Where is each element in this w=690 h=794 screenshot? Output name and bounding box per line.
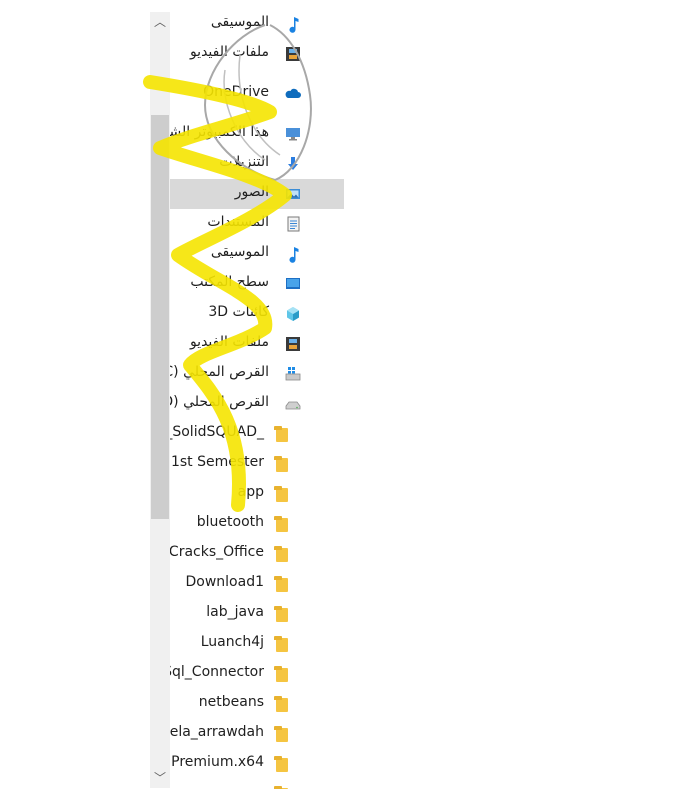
tree-item-folder[interactable]: - 1st Semester	[170, 449, 344, 479]
music-note-icon	[289, 17, 299, 33]
tree-item-label: ملفات الفيديو	[189, 44, 269, 60]
tree-item-label: 0.Premium.x64	[170, 754, 264, 770]
folder-icon	[274, 456, 288, 472]
tree-item-folder[interactable]: mela_arrawdah	[170, 719, 344, 749]
tree-item-folder[interactable]	[170, 779, 344, 789]
tree-item-videos-top[interactable]: ملفات الفيديو	[170, 39, 344, 69]
tree-item-label: ملفات الفيديو	[189, 334, 269, 350]
folder-icon	[274, 786, 288, 789]
tree-item-folder[interactable]: app	[170, 479, 344, 509]
tree-item-label: الصور	[234, 184, 269, 200]
tree-item-documents[interactable]: المستندات	[170, 209, 344, 239]
tree-item-folder[interactable]: Luanch4j	[170, 629, 344, 659]
tree-item-label: كائنات 3D	[208, 304, 269, 320]
tree-item-label: Cracks_Office	[170, 544, 264, 560]
tree-item-label: - 1st Semester	[170, 454, 264, 470]
tree-item-pictures[interactable]: الصور	[170, 179, 344, 209]
vertical-scrollbar[interactable]: ︿ ﹀	[150, 12, 170, 788]
tree-item-label: المستندات	[207, 214, 269, 230]
tree-item-music[interactable]: الموسيقى	[170, 239, 344, 269]
tree-item-label: app	[237, 484, 264, 500]
folder-icon	[274, 666, 288, 682]
tree-item-label: Luanch4j	[200, 634, 264, 650]
scroll-up-arrow-icon[interactable]: ︿	[150, 12, 170, 32]
cube-3d-icon	[287, 307, 299, 321]
tree-item-label: lab_java	[206, 604, 264, 620]
tree-item-drive-d[interactable]: القرص المحلي (D:	[170, 389, 344, 419]
tree-item-label: التنزيلات	[219, 154, 269, 170]
tree-item-label: هذا الكمبيوتر الشخصي	[170, 124, 269, 140]
folder-icon	[274, 726, 288, 742]
tree-item-label: Download1	[185, 574, 265, 590]
cloud-icon	[285, 88, 301, 98]
tree-item-folder[interactable]: ySql_Connector	[170, 659, 344, 689]
tree-item-onedrive[interactable]: OneDrive	[170, 79, 344, 109]
video-film-icon	[286, 337, 300, 351]
tree-item-label: سطح المكتب	[190, 274, 269, 290]
tree-item-label: netbeans	[198, 694, 264, 710]
folder-icon	[274, 546, 288, 562]
scrollbar-thumb[interactable]	[151, 115, 169, 519]
tree-item-label: mela_arrawdah	[170, 724, 264, 740]
tree-item-desktop[interactable]: سطح المكتب	[170, 269, 344, 299]
windows-drive-icon	[285, 367, 301, 381]
folder-icon	[274, 516, 288, 532]
tree-item-label: الموسيقى	[210, 244, 269, 260]
pictures-icon	[286, 189, 300, 199]
folder-icon	[274, 756, 288, 772]
desktop-icon	[286, 278, 300, 289]
folder-icon	[274, 696, 288, 712]
folder-icon	[274, 606, 288, 622]
music-note-icon	[289, 247, 299, 263]
download-arrow-icon	[288, 157, 298, 170]
handwritten-annotation-overlay	[143, 24, 312, 512]
drive-icon	[285, 401, 301, 410]
documents-icon	[287, 216, 300, 232]
tree-item-drive-c[interactable]: القرص المحلي (C:	[170, 359, 344, 389]
tree-item-label: القرص المحلي (C:	[170, 364, 269, 380]
tree-item-label: OneDrive	[203, 84, 269, 100]
tree-item-videos[interactable]: ملفات الفيديو	[170, 329, 344, 359]
navigation-tree: الموسيقى ملفات الفيديو OneDrive هذا الكم…	[170, 9, 344, 789]
scroll-down-arrow-icon[interactable]: ﹀	[150, 768, 170, 788]
tree-item-folder[interactable]: lab_java	[170, 599, 344, 629]
folder-icon	[274, 636, 288, 652]
tree-item-label: ySql_Connector	[170, 664, 264, 680]
computer-icon	[286, 128, 300, 141]
tree-item-3d-objects[interactable]: كائنات 3D	[170, 299, 344, 329]
tree-item-downloads[interactable]: التنزيلات	[170, 149, 344, 179]
tree-item-folder[interactable]: 0.Premium.x64	[170, 749, 344, 779]
tree-item-folder[interactable]: Cracks_Office	[170, 539, 344, 569]
folder-icon	[274, 426, 288, 442]
tree-item-folder[interactable]: netbeans	[170, 689, 344, 719]
tree-item-folder[interactable]: bluetooth	[170, 509, 344, 539]
tree-item-label: الموسيقى	[210, 14, 269, 30]
tree-item-folder[interactable]: _SolidSQUAD_	[170, 419, 344, 449]
tree-item-label: _SolidSQUAD_	[170, 424, 264, 440]
folder-icon	[274, 576, 288, 592]
tree-item-this-pc[interactable]: هذا الكمبيوتر الشخصي	[170, 119, 344, 149]
tree-item-label: القرص المحلي (D:	[170, 394, 269, 410]
tree-item-folder[interactable]: Download1	[170, 569, 344, 599]
video-film-icon	[286, 47, 300, 61]
folder-icon	[274, 486, 288, 502]
tree-item-label: bluetooth	[196, 514, 264, 530]
tree-item-music-top[interactable]: الموسيقى	[170, 9, 344, 39]
